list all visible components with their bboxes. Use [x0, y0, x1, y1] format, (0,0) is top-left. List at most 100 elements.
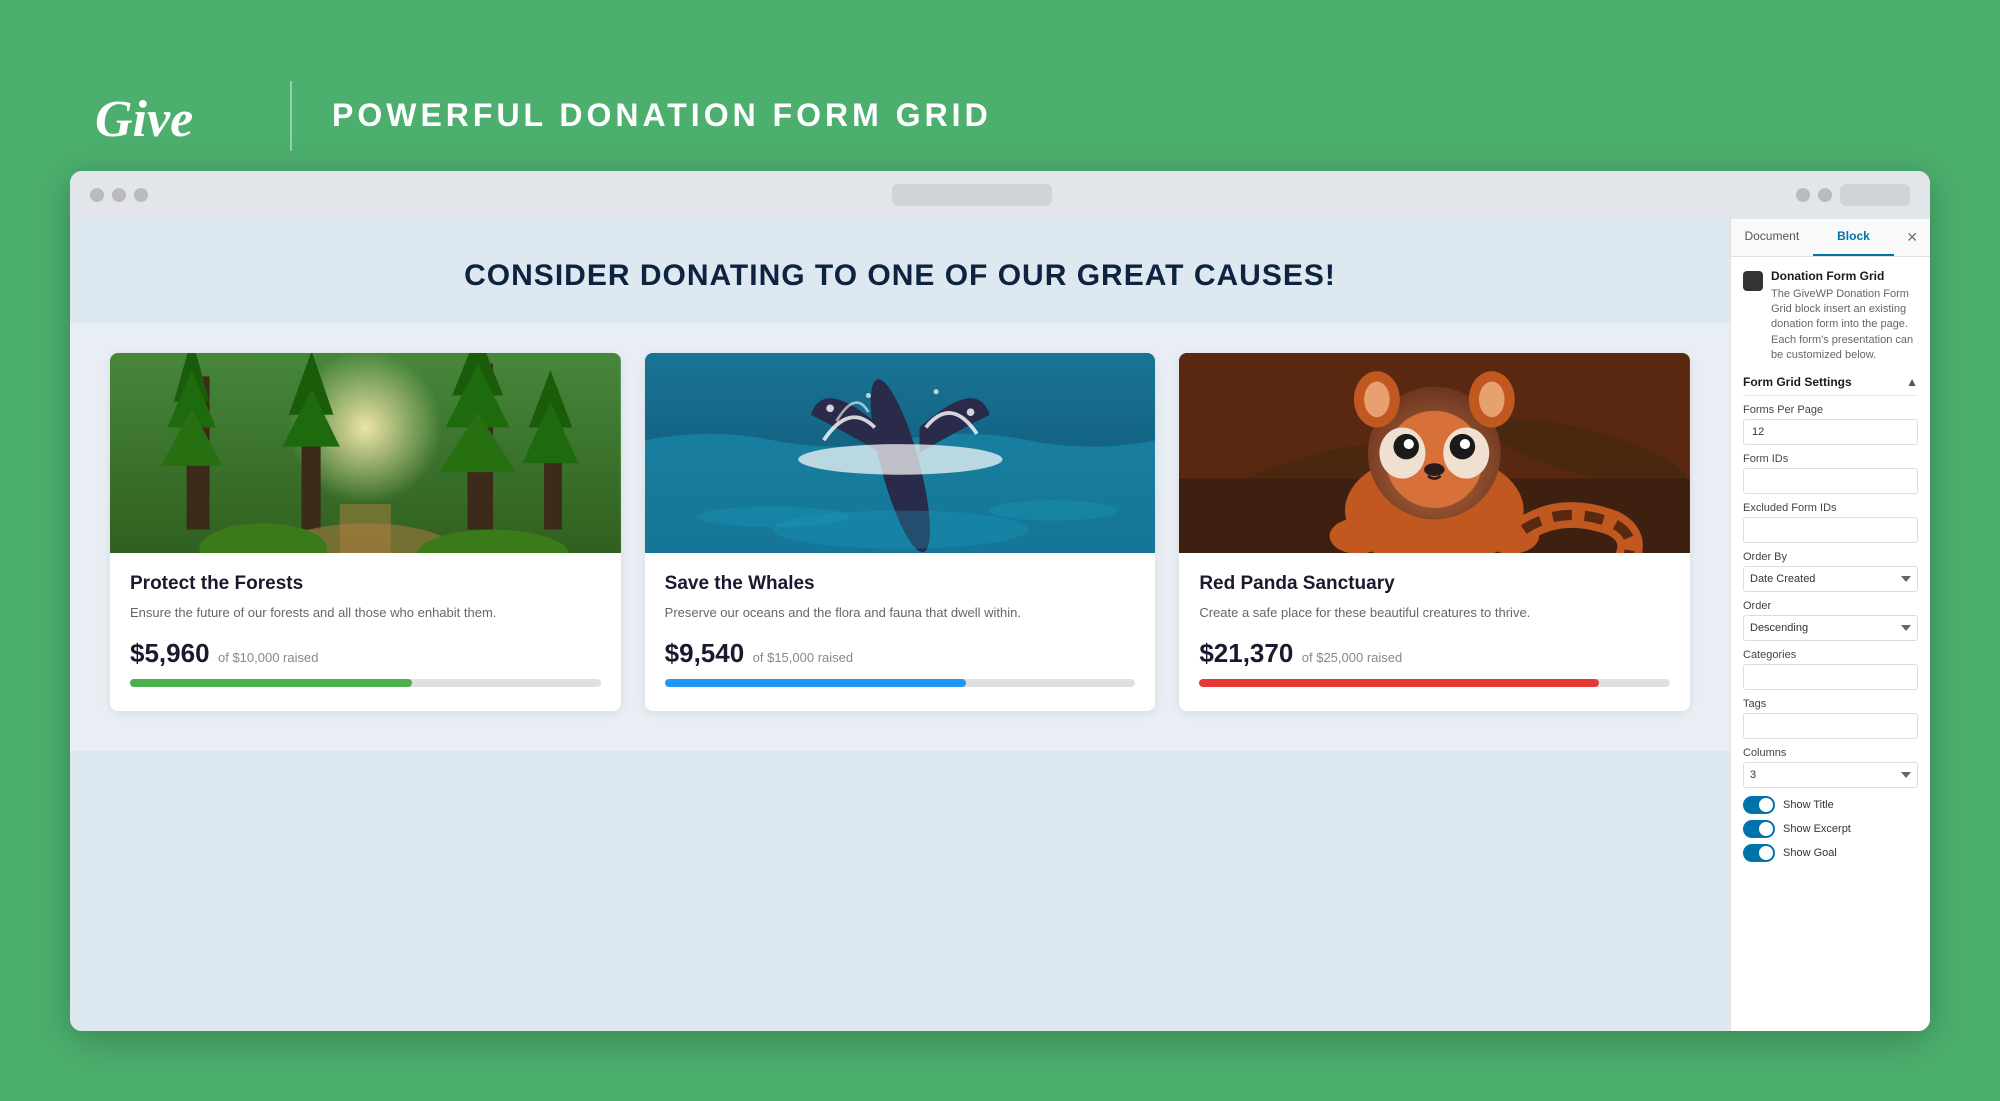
- card-title-whale: Save the Whales: [665, 573, 1136, 595]
- browser-url-bar: [892, 184, 1052, 206]
- card-amount-main-panda: $21,370: [1199, 638, 1293, 668]
- page-hero-title: CONSIDER DONATING TO ONE OF OUR GREAT CA…: [130, 259, 1670, 293]
- show-excerpt-label: Show Excerpt: [1783, 823, 1851, 835]
- tab-document[interactable]: Document: [1731, 219, 1813, 256]
- progress-container-forest: [130, 679, 601, 687]
- donation-card-forest: Protect the Forests Ensure the future of…: [110, 353, 621, 712]
- tags-input[interactable]: [1743, 713, 1918, 739]
- donation-card-panda: Red Panda Sanctuary Create a safe place …: [1179, 353, 1690, 712]
- form-ids-input[interactable]: [1743, 468, 1918, 494]
- show-excerpt-toggle[interactable]: [1743, 820, 1775, 838]
- card-title-forest: Protect the Forests: [130, 573, 601, 595]
- cards-section: Protect the Forests Ensure the future of…: [70, 323, 1730, 752]
- field-excluded-form-ids: Excluded Form IDs: [1743, 502, 1918, 543]
- donation-card-whale: Save the Whales Preserve our oceans and …: [645, 353, 1156, 712]
- progress-bar-panda: [1199, 679, 1599, 687]
- card-desc-forest: Ensure the future of our forests and all…: [130, 603, 601, 623]
- browser-right-controls: [1796, 184, 1910, 206]
- toggle-row-show-title: Show Title: [1743, 796, 1918, 814]
- panel-close-button[interactable]: ✕: [1894, 219, 1930, 256]
- excluded-form-ids-input[interactable]: [1743, 517, 1918, 543]
- svg-text:Give: Give: [95, 91, 193, 146]
- right-panel: Document Block ✕ Donation Form Grid The …: [1730, 219, 1930, 1031]
- browser-right-dot1: [1796, 188, 1810, 202]
- field-forms-per-page: Forms Per Page: [1743, 404, 1918, 445]
- field-columns: Columns 3 1 2 4: [1743, 747, 1918, 788]
- give-logo: Give: [90, 81, 250, 151]
- toggle-row-show-excerpt: Show Excerpt: [1743, 820, 1918, 838]
- section-header-form-grid: Form Grid Settings ▲: [1743, 375, 1918, 396]
- show-title-toggle[interactable]: [1743, 796, 1775, 814]
- browser-dot-red: [90, 188, 104, 202]
- show-goal-label: Show Goal: [1783, 847, 1837, 859]
- browser-content: CONSIDER DONATING TO ONE OF OUR GREAT CA…: [70, 219, 1930, 1031]
- progress-container-whale: [665, 679, 1136, 687]
- columns-select[interactable]: 3 1 2 4: [1743, 762, 1918, 788]
- progress-bar-forest: [130, 679, 412, 687]
- card-body-panda: Red Panda Sanctuary Create a safe place …: [1179, 553, 1690, 712]
- whale-image: [645, 353, 1156, 553]
- columns-label: Columns: [1743, 747, 1918, 759]
- panel-block-info: Donation Form Grid The GiveWP Donation F…: [1743, 269, 1918, 364]
- page-content: CONSIDER DONATING TO ONE OF OUR GREAT CA…: [70, 219, 1730, 1031]
- form-ids-label: Form IDs: [1743, 453, 1918, 465]
- browser-dot-green: [134, 188, 148, 202]
- toggle-row-show-goal: Show Goal: [1743, 844, 1918, 862]
- order-select[interactable]: Descending Ascending: [1743, 615, 1918, 641]
- panel-block-desc: The GiveWP Donation Form Grid block inse…: [1771, 287, 1918, 364]
- section-title-form-grid: Form Grid Settings: [1743, 375, 1852, 389]
- card-body-forest: Protect the Forests Ensure the future of…: [110, 553, 621, 712]
- card-amount-main-forest: $5,960: [130, 638, 210, 668]
- panel-tabs: Document Block ✕: [1731, 219, 1930, 257]
- field-order-by: Order By Date Created Title Amount Donat…: [1743, 551, 1918, 592]
- field-order: Order Descending Ascending: [1743, 600, 1918, 641]
- field-form-ids: Form IDs: [1743, 453, 1918, 494]
- field-tags: Tags: [1743, 698, 1918, 739]
- order-by-label: Order By: [1743, 551, 1918, 563]
- card-desc-panda: Create a safe place for these beautiful …: [1199, 603, 1670, 623]
- progress-bar-whale: [665, 679, 966, 687]
- card-amount-whale: $9,540 of $15,000 raised: [665, 638, 1136, 669]
- header-divider: [290, 81, 292, 151]
- card-amount-main-whale: $9,540: [665, 638, 745, 668]
- forms-per-page-input[interactable]: [1743, 419, 1918, 445]
- browser-dots: [90, 188, 148, 202]
- cards-grid: Protect the Forests Ensure the future of…: [110, 353, 1690, 712]
- header-bar: Give POWERFUL DONATION FORM GRID: [50, 61, 1950, 171]
- panel-block-title: Donation Form Grid: [1771, 269, 1918, 283]
- browser-window: CONSIDER DONATING TO ONE OF OUR GREAT CA…: [70, 171, 1930, 1031]
- card-amount-panda: $21,370 of $25,000 raised: [1199, 638, 1670, 669]
- card-title-panda: Red Panda Sanctuary: [1199, 573, 1670, 595]
- tab-block[interactable]: Block: [1813, 219, 1895, 256]
- page-hero: CONSIDER DONATING TO ONE OF OUR GREAT CA…: [70, 219, 1730, 323]
- order-label: Order: [1743, 600, 1918, 612]
- forms-per-page-label: Forms Per Page: [1743, 404, 1918, 416]
- chevron-up-icon: ▲: [1906, 375, 1918, 389]
- forest-image: [110, 353, 621, 553]
- panel-form-grid-settings: Form Grid Settings ▲ Forms Per Page Form…: [1743, 375, 1918, 862]
- tags-label: Tags: [1743, 698, 1918, 710]
- order-by-select[interactable]: Date Created Title Amount Donated: [1743, 566, 1918, 592]
- field-categories: Categories: [1743, 649, 1918, 690]
- card-amount-sub-forest: of $10,000 raised: [218, 650, 318, 665]
- show-goal-toggle[interactable]: [1743, 844, 1775, 862]
- browser-chrome: [70, 171, 1930, 219]
- header-title: POWERFUL DONATION FORM GRID: [332, 97, 992, 134]
- categories-input[interactable]: [1743, 664, 1918, 690]
- panel-block-text: Donation Form Grid The GiveWP Donation F…: [1771, 269, 1918, 364]
- show-title-label: Show Title: [1783, 799, 1834, 811]
- card-amount-sub-panda: of $25,000 raised: [1302, 650, 1402, 665]
- outer-container: Give POWERFUL DONATION FORM GRID: [50, 61, 1950, 1041]
- card-body-whale: Save the Whales Preserve our oceans and …: [645, 553, 1156, 712]
- progress-container-panda: [1199, 679, 1670, 687]
- donation-form-grid-icon: [1743, 271, 1763, 291]
- excluded-form-ids-label: Excluded Form IDs: [1743, 502, 1918, 514]
- browser-dot-yellow: [112, 188, 126, 202]
- card-amount-sub-whale: of $15,000 raised: [753, 650, 853, 665]
- card-amount-forest: $5,960 of $10,000 raised: [130, 638, 601, 669]
- card-desc-whale: Preserve our oceans and the flora and fa…: [665, 603, 1136, 623]
- panel-content: Donation Form Grid The GiveWP Donation F…: [1731, 257, 1930, 1031]
- browser-right-dot2: [1818, 188, 1832, 202]
- browser-right-bar: [1840, 184, 1910, 206]
- categories-label: Categories: [1743, 649, 1918, 661]
